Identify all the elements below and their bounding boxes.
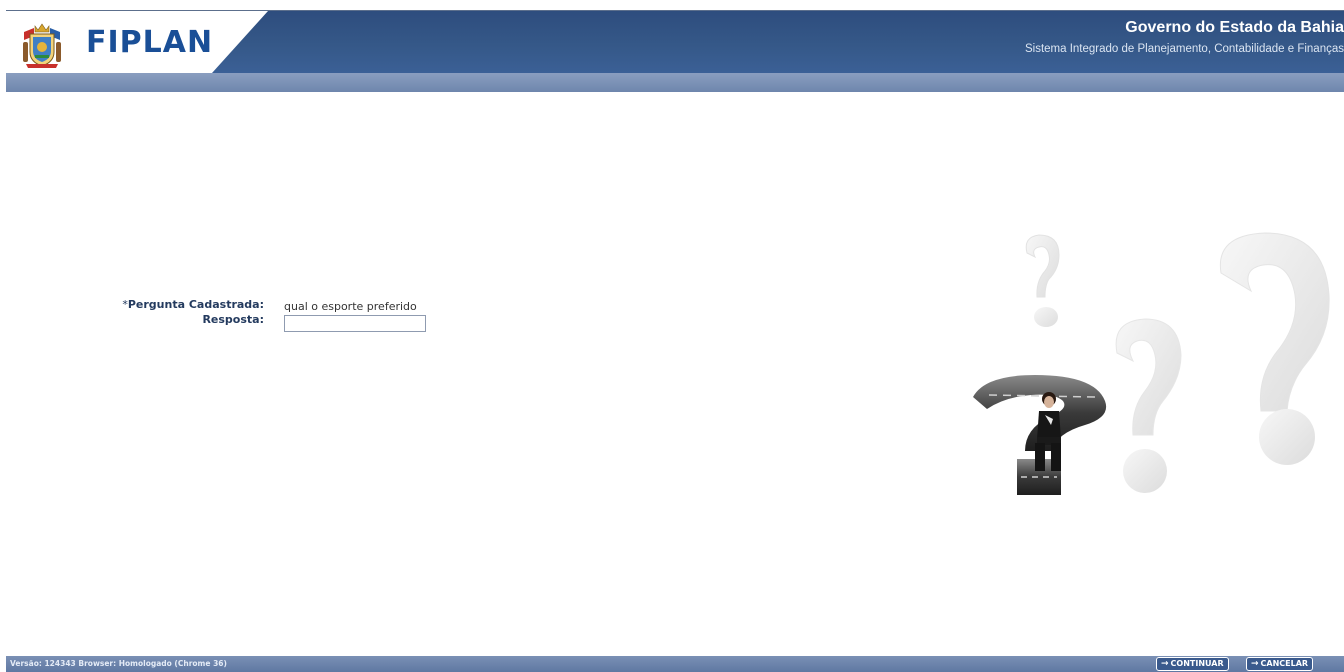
bahia-coat-of-arms-icon [23,23,61,68]
continue-button-label: CONTINUAR [1170,659,1224,668]
system-subtitle: Sistema Integrado de Planejamento, Conta… [1024,43,1344,55]
answer-label: Resposta: [202,313,264,326]
cancel-button-label: CANCELAR [1260,659,1309,668]
arrow-right-icon: → [1251,659,1259,669]
answer-input[interactable] [284,315,426,332]
version-info: Versão: 124343 Browser: Homologado (Chro… [10,659,227,668]
government-title: Governo do Estado da Bahia [1125,19,1344,36]
app-header: FIPLAN Governo do Estado da Bahia Sistem… [6,11,1344,73]
question-label-text: Pergunta Cadastrada: [127,298,264,311]
question-marks-illustration [973,232,1330,495]
question-label: *Pergunta Cadastrada: [122,298,264,311]
arrow-right-icon: → [1161,659,1169,669]
fiplan-logo: FIPLAN [86,25,214,60]
question-value: qual o esporte preferido [284,300,417,313]
continue-button[interactable]: → CONTINUAR [1156,657,1229,671]
cancel-button[interactable]: → CANCELAR [1246,657,1314,671]
header-sub-bar [6,73,1344,92]
status-footer: Versão: 124343 Browser: Homologado (Chro… [6,656,1344,672]
